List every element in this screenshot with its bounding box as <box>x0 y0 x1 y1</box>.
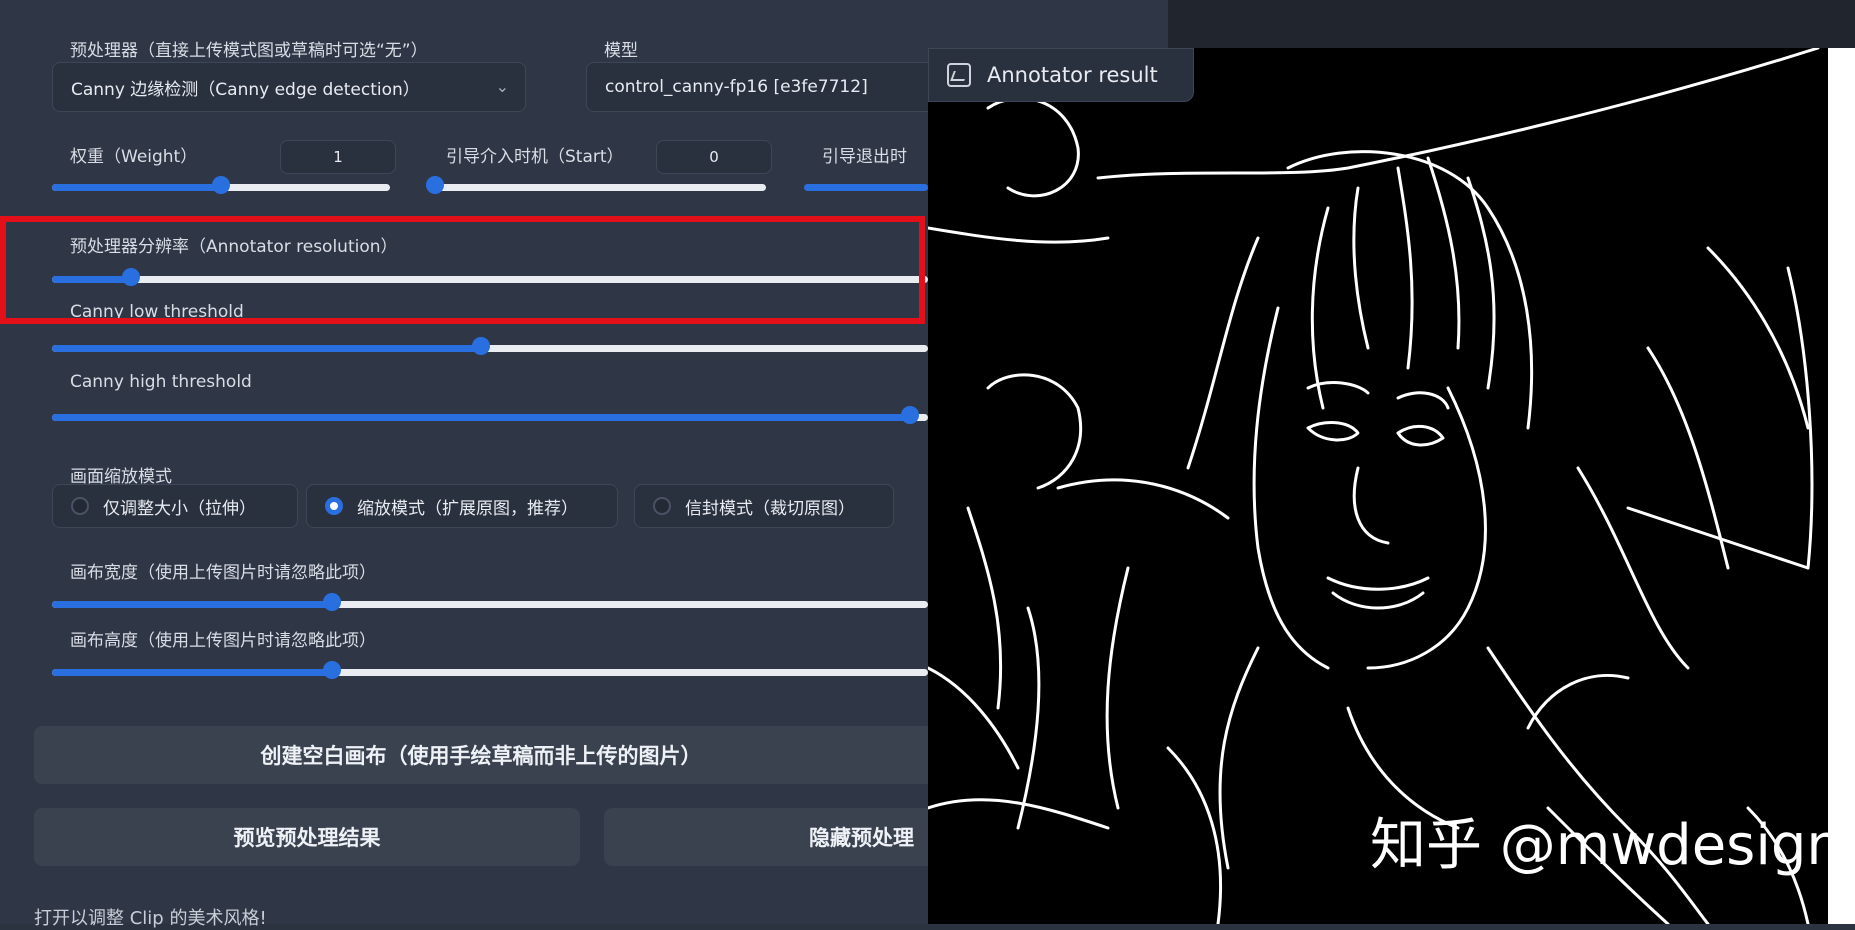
canvas-height-label: 画布高度（使用上传图片时请忽略此项） <box>70 631 376 651</box>
start-input[interactable]: 0 <box>656 140 772 174</box>
radio-selected-icon <box>325 497 343 515</box>
canvas-width-thumb[interactable] <box>323 593 342 611</box>
create-canvas-button[interactable]: 创建空白画布（使用手绘草稿而非上传的图片） <box>34 726 928 784</box>
canvas-width-label: 画布宽度（使用上传图片时请忽略此项） <box>70 563 376 583</box>
annotator-result-image <box>928 48 1828 924</box>
canny-high-label: Canny high threshold <box>70 372 252 392</box>
highlight-box <box>0 216 925 324</box>
preview-annotator-button[interactable]: 预览预处理结果 <box>34 808 580 866</box>
resize-mode-option-label: 信封模式（裁切原图） <box>685 498 855 519</box>
canny-high-thumb[interactable] <box>901 406 920 424</box>
weight-slider-thumb[interactable] <box>212 176 230 194</box>
resize-mode-option-stretch[interactable]: 仅调整大小（拉伸） <box>52 484 298 528</box>
canvas-height-thumb[interactable] <box>323 661 342 679</box>
end-label: 引导退出时 <box>822 147 907 167</box>
annotator-result-label: Annotator result <box>987 63 1158 87</box>
radio-icon <box>653 497 671 515</box>
canvas-width-fill <box>52 601 333 608</box>
footer-text: 打开以调整 Clip 的美术风格! <box>34 908 267 929</box>
radio-icon <box>71 497 89 515</box>
resize-mode-option-label: 仅调整大小（拉伸） <box>103 498 256 519</box>
canny-low-fill <box>52 345 482 352</box>
top-strip-dark <box>1168 0 1855 48</box>
annotator-result-tab[interactable]: Annotator result <box>928 48 1194 102</box>
preprocessor-label: 预处理器（直接上传模式图或草稿时可选“无”） <box>70 41 428 61</box>
start-slider[interactable] <box>425 176 766 194</box>
preprocessor-value: Canny 边缘检测（Canny edge detection） <box>71 79 420 100</box>
canny-high-fill <box>52 414 911 421</box>
image-edge <box>1828 48 1855 924</box>
start-slider-thumb[interactable] <box>425 176 444 194</box>
resize-mode-option-label: 缩放模式（扩展原图，推荐） <box>357 498 578 519</box>
top-strip <box>928 0 1168 48</box>
canvas-width-slider[interactable] <box>52 593 928 611</box>
hide-annotator-button[interactable]: 隐藏预处理 <box>604 808 928 866</box>
resize-mode-option-envelope[interactable]: 信封模式（裁切原图） <box>634 484 894 528</box>
canvas-height-fill <box>52 669 333 676</box>
model-select[interactable]: control_canny-fp16 [e3fe7712] <box>586 62 928 112</box>
end-slider[interactable] <box>804 181 928 193</box>
start-slider-track <box>428 184 766 191</box>
canvas-height-slider[interactable] <box>52 661 928 679</box>
start-label: 引导介入时机（Start） <box>446 147 624 167</box>
edge-map-drawing <box>928 48 1820 924</box>
image-icon <box>947 63 971 87</box>
controlnet-panel: 预处理器（直接上传模式图或草稿时可选“无”） Canny 边缘检测（Canny … <box>0 0 928 929</box>
model-label: 模型 <box>604 41 638 61</box>
weight-label: 权重（Weight） <box>70 147 198 167</box>
chevron-down-icon: ⌄ <box>495 77 509 96</box>
weight-input[interactable]: 1 <box>280 140 396 174</box>
resize-mode-option-scale[interactable]: 缩放模式（扩展原图，推荐） <box>306 484 618 528</box>
watermark-text: 知乎 @mwdesign <box>1370 813 1842 878</box>
end-slider-fill <box>804 184 928 191</box>
canny-low-thumb[interactable] <box>472 337 491 355</box>
canny-low-slider[interactable] <box>52 337 928 355</box>
canny-high-slider[interactable] <box>52 406 928 424</box>
preprocessor-select[interactable]: Canny 边缘检测（Canny edge detection） ⌄ <box>52 62 526 112</box>
weight-slider[interactable] <box>52 176 390 194</box>
weight-slider-fill <box>52 184 221 191</box>
model-value: control_canny-fp16 [e3fe7712] <box>605 77 868 97</box>
